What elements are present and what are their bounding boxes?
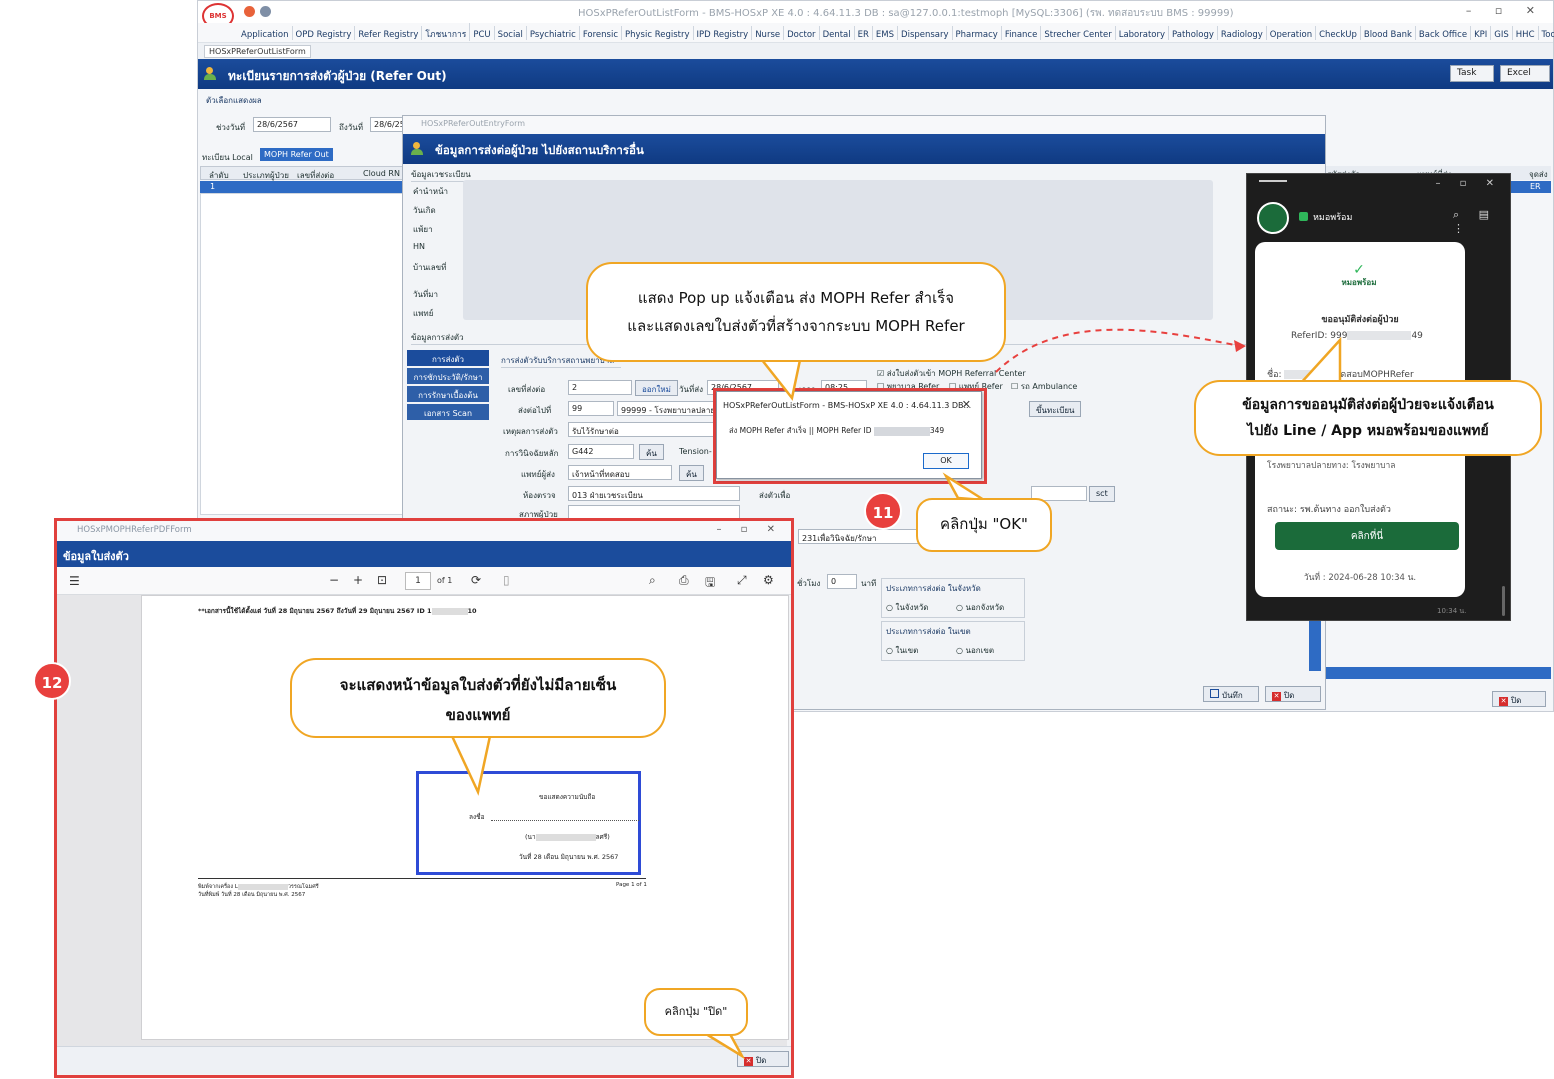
step-12-badge: 12 [33,662,71,700]
dashed-arrow [995,328,1241,373]
popup-callout: แสดง Pop up แจ้งเตือน ส่ง MOPH Refer สำเ… [586,262,1006,362]
callout-pointers [450,328,1342,1060]
click-ok-callout: คลิกปุ่ม "OK" [916,498,1052,552]
dashed-arrow-head [1234,340,1246,352]
line-callout: ข้อมูลการขออนุมัติส่งต่อผู้ป่วยจะแจ้งเตื… [1194,380,1542,456]
click-close-callout: คลิกปุ่ม "ปิด" [644,988,748,1036]
line-callout-tail [1297,336,1342,386]
pdf-callout-tail [450,734,492,796]
step-11-badge: 11 [864,492,902,530]
ok-callout-tail [942,472,985,502]
popup-callout-tail [759,358,802,401]
pdf-callout: จะแสดงหน้าข้อมูลใบส่งตัวที่ยังไม่มีลายเซ… [290,658,666,738]
close-callout-tail [701,1032,746,1060]
